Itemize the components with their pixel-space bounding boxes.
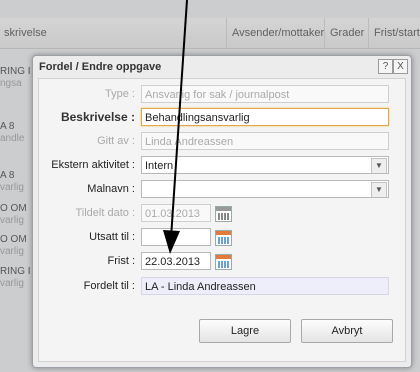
annotation-arrow [163, 0, 188, 254]
